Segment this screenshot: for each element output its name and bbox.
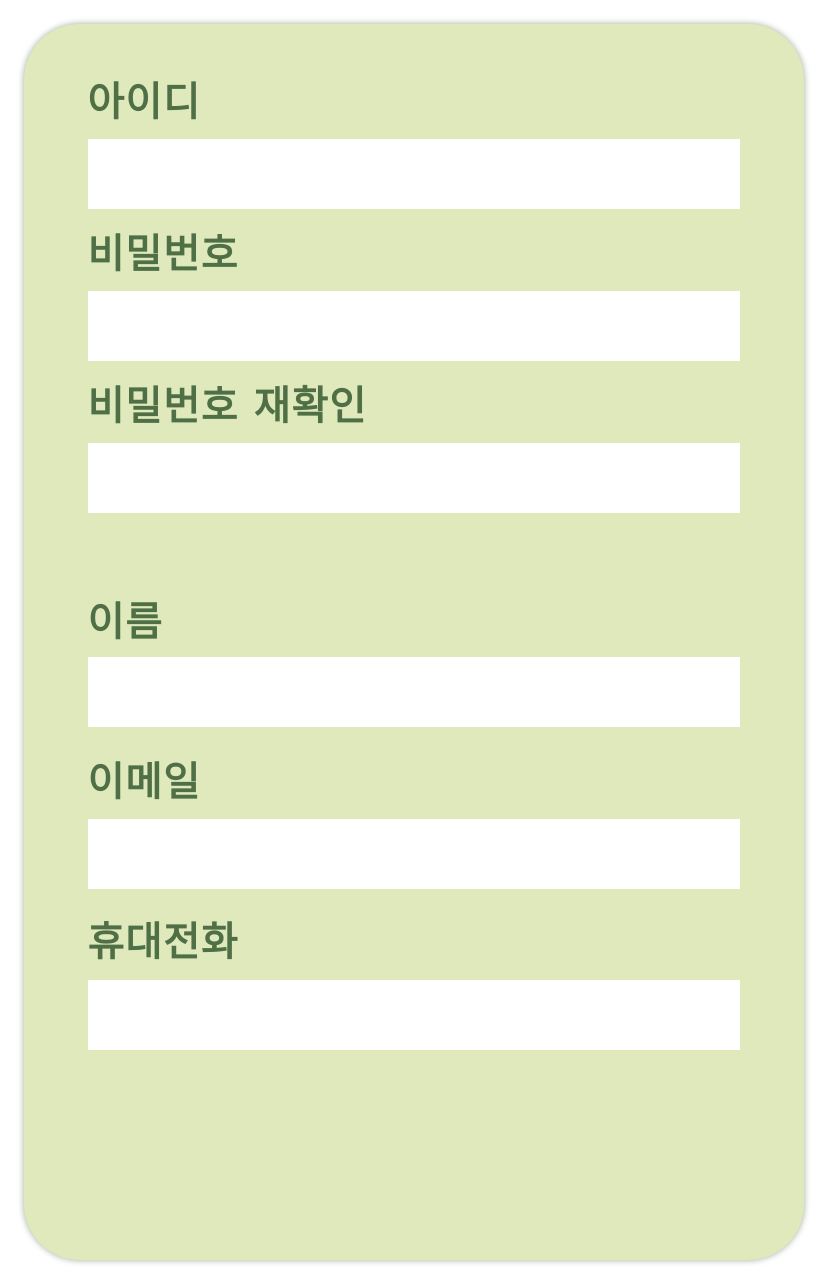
username-input[interactable]	[88, 139, 740, 209]
password-confirm-input[interactable]	[88, 443, 740, 513]
phone-label: 휴대전화	[88, 919, 240, 965]
phone-input[interactable]	[88, 980, 740, 1050]
email-input[interactable]	[88, 819, 740, 889]
password-confirm-label: 비밀번호 재확인	[88, 383, 368, 429]
email-label: 이메일	[88, 759, 202, 805]
username-label: 아이디	[88, 79, 202, 125]
password-input[interactable]	[88, 291, 740, 361]
signup-form-card: 아이디 비밀번호 비밀번호 재확인 이름 이메일 휴대전화	[24, 24, 804, 1260]
password-label: 비밀번호	[88, 231, 240, 277]
name-label: 이름	[88, 599, 164, 645]
name-input[interactable]	[88, 657, 740, 727]
